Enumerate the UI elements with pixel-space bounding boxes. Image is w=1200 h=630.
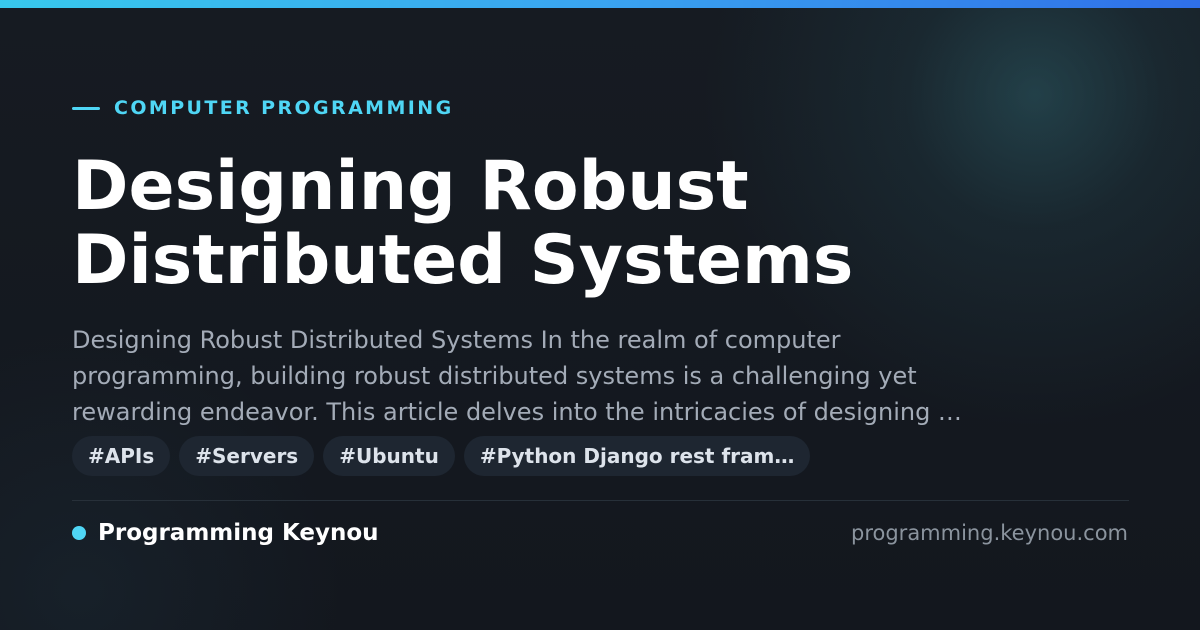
footer-divider [72, 500, 1129, 501]
excerpt-line: rewarding endeavor. This article delves … [72, 398, 962, 426]
tag-servers[interactable]: #Servers [179, 436, 315, 476]
share-card: COMPUTER PROGRAMMING Designing Robust Di… [0, 0, 1200, 630]
brand-dot-icon [72, 526, 86, 540]
page-title: Designing Robust Distributed Systems [72, 150, 1132, 298]
tag-list: #APIs #Servers #Ubuntu #Python Django re… [72, 436, 811, 476]
title-line: Distributed Systems [72, 221, 854, 300]
title-line: Designing Robust [72, 147, 749, 226]
tag-python-django-rest-framework[interactable]: #Python Django rest fram… [463, 436, 811, 476]
tag-ubuntu[interactable]: #Ubuntu [323, 436, 455, 476]
excerpt-line: Designing Robust Distributed Systems In … [72, 326, 841, 354]
site-domain-link[interactable]: programming.keynou.com [851, 518, 1128, 548]
tag-apis[interactable]: #APIs [72, 436, 171, 476]
excerpt-line: programming, building robust distributed… [72, 362, 917, 390]
site-brand[interactable]: Programming Keynou [72, 518, 379, 548]
article-excerpt: Designing Robust Distributed Systems In … [72, 322, 1132, 430]
category-dash-icon [72, 106, 100, 110]
category-label: COMPUTER PROGRAMMING [72, 96, 454, 120]
top-accent-bar [0, 0, 1200, 8]
category-text: COMPUTER PROGRAMMING [114, 97, 454, 119]
brand-name: Programming Keynou [98, 520, 379, 546]
